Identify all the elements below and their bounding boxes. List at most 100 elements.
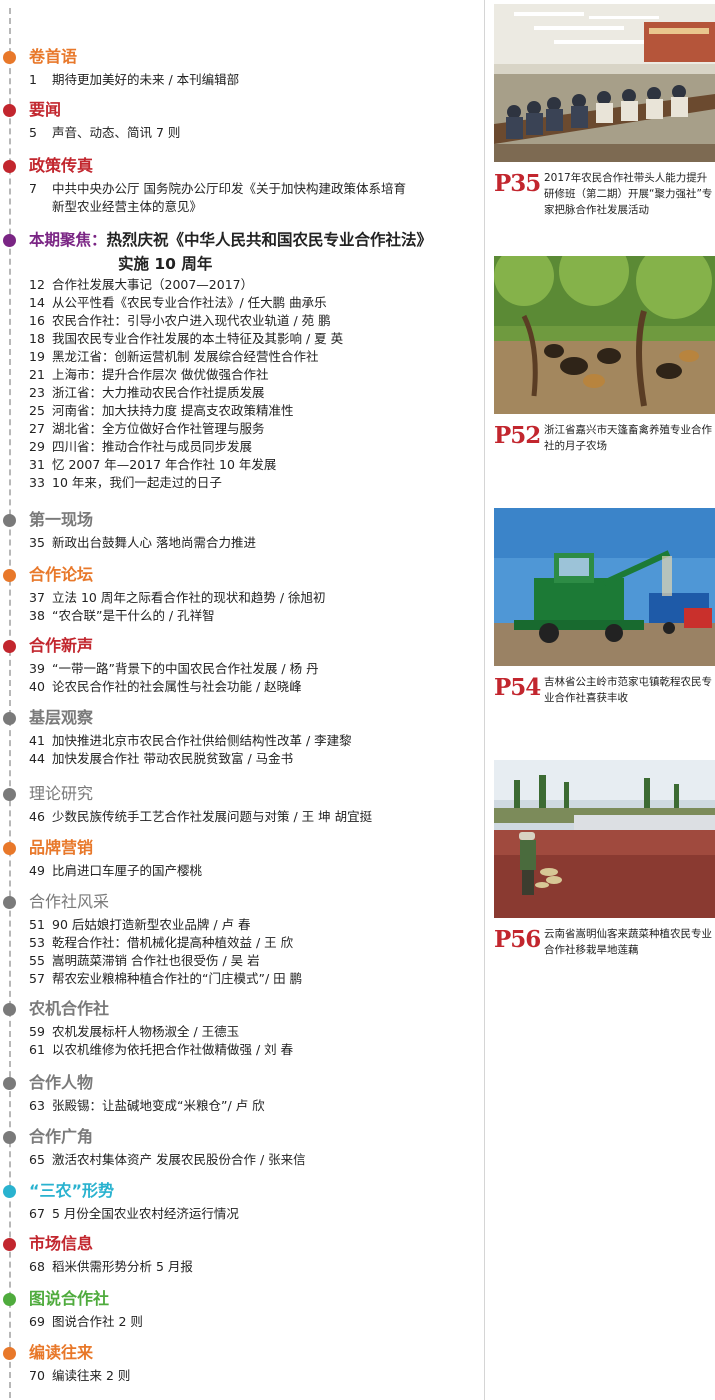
toc-entry[interactable]: 25 河南省：加大扶持力度 提高支农政策精准性 bbox=[29, 402, 485, 420]
article-title: 黑龙江省：创新运营机制 发展综合经营性合作社 bbox=[52, 349, 319, 364]
toc-entry[interactable]: 69 图说合作社 2 则 bbox=[29, 1313, 485, 1331]
page-number: 70 bbox=[29, 1368, 45, 1383]
section-dot-icon bbox=[3, 234, 16, 247]
toc-entry[interactable]: 49 比肩进口车厘子的国产樱桃 bbox=[29, 862, 485, 880]
table-of-contents: 卷首语 1 期待更加美好的未来 / 本刊编辑部 要闻 5 声音、动态、简讯 7 则政策传真… bbox=[0, 0, 485, 1400]
section-title: 合作广角 bbox=[29, 1127, 94, 1146]
toc-entry[interactable]: 1 期待更加美好的未来 / 本刊编辑部 bbox=[29, 71, 485, 89]
section-dot-icon bbox=[3, 788, 16, 801]
section-s3: 政策传真 7 中共中央办公厅 国务院办公厅印发《关于加快构建政策体系培育 新型农业经营… bbox=[0, 154, 485, 216]
section-title: 图说合作社 bbox=[29, 1289, 110, 1308]
section-header: 基层观察 bbox=[0, 706, 485, 732]
article-title: “农合联”是干什么的 / 孔祥智 bbox=[52, 608, 215, 623]
toc-entry[interactable]: 33 10 年来，我们一起走过的日子 bbox=[29, 474, 485, 492]
article-title: 四川省：推动合作社与成员同步发展 bbox=[52, 439, 253, 454]
column-divider bbox=[484, 0, 485, 1400]
chicken-orchard-photo bbox=[494, 256, 715, 414]
toc-entry[interactable]: 37 立法 10 周年之际看合作社的现状和趋势 / 徐旭初 bbox=[29, 589, 485, 607]
section-title: 编读往来 bbox=[29, 1343, 94, 1362]
toc-entry[interactable]: 18 我国农民专业合作社发展的本土特征及其影响 / 夏 英 bbox=[29, 330, 485, 348]
article-title: 农民合作社：引导小农户进入现代农业轨道 / 苑 鹏 bbox=[52, 313, 331, 328]
section-s13: 合作人物 63 张殿锡：让盐碱地变成“米粮仓”/ 卢 欣 bbox=[0, 1071, 485, 1115]
page-number: 14 bbox=[29, 295, 45, 310]
toc-entry[interactable]: 51 90 后姑娘打造新型农业品牌 / 卢 春 bbox=[29, 916, 485, 934]
section-dot-icon bbox=[3, 1077, 16, 1090]
article-title: 5 月份全国农业农村经济运行情况 bbox=[52, 1206, 239, 1221]
article-title: 加快推进北京市农民合作社供给侧结构性改革 / 李建黎 bbox=[52, 733, 352, 748]
section-dot-icon bbox=[3, 1293, 16, 1306]
toc-entry[interactable]: 5 声音、动态、简讯 7 则 bbox=[29, 124, 485, 142]
toc-entry[interactable]: 38 “农合联”是干什么的 / 孔祥智 bbox=[29, 607, 485, 625]
toc-entry[interactable]: 65 激活农村集体资产 发展农民股份合作 / 张来信 bbox=[29, 1151, 485, 1169]
page-number: 55 bbox=[29, 953, 45, 968]
toc-entry[interactable]: 55 嵩明蔬菜滞销 合作社也很受伤 / 吴 岩 bbox=[29, 952, 485, 970]
section-dot-icon bbox=[3, 712, 16, 725]
section-title: “三农”形势 bbox=[29, 1181, 115, 1200]
section-title: 基层观察 bbox=[29, 708, 94, 727]
section-title: 政策传真 bbox=[29, 156, 94, 175]
article-title: 忆 2007 年—2017 年合作社 10 年发展 bbox=[52, 457, 277, 472]
toc-entry[interactable]: 63 张殿锡：让盐碱地变成“米粮仓”/ 卢 欣 bbox=[29, 1097, 485, 1115]
section-dot-icon bbox=[3, 1347, 16, 1360]
toc-entry[interactable]: 40 论农民合作社的社会属性与社会功能 / 赵晓峰 bbox=[29, 678, 485, 696]
section-title: 理论研究 bbox=[29, 784, 94, 803]
section-s5: 第一现场 35 新政出台鼓舞人心 落地尚需合力推进 bbox=[0, 508, 485, 552]
toc-entry[interactable]: 46 少数民族传统手工艺合作社发展问题与对策 / 王 坤 胡宜挺 bbox=[29, 808, 485, 826]
section-s4: 本期聚焦：热烈庆祝《中华人民共和国农民专业合作社法》 实施 10 周年 12 合作社发… bbox=[0, 228, 485, 492]
toc-entry[interactable]: 39 “一带一路”背景下的中国农民合作社发展 / 杨 丹 bbox=[29, 660, 485, 678]
article-title: 图说合作社 2 则 bbox=[52, 1314, 143, 1329]
toc-entry[interactable]: 67 5 月份全国农业农村经济运行情况 bbox=[29, 1205, 485, 1223]
section-dot-icon bbox=[3, 51, 16, 64]
section-header: 合作广角 bbox=[0, 1125, 485, 1151]
section-header: 编读往来 bbox=[0, 1341, 485, 1367]
page-number: 59 bbox=[29, 1024, 45, 1039]
section-header: 合作论坛 bbox=[0, 563, 485, 589]
article-title: 10 年来，我们一起走过的日子 bbox=[52, 475, 222, 490]
section-header: 市场信息 bbox=[0, 1232, 485, 1258]
toc-entry[interactable]: 44 加快发展合作社 带动农民脱贫致富 / 马金书 bbox=[29, 750, 485, 768]
toc-entry[interactable]: 57 帮农宏业粮棉种植合作社的“门庄模式”/ 田 鹏 bbox=[29, 970, 485, 988]
toc-entry[interactable]: 14 从公平性看《农民专业合作社法》/ 任大鹏 曲承乐 bbox=[29, 294, 485, 312]
section-header: “三农”形势 bbox=[0, 1179, 485, 1205]
toc-entry[interactable]: 29 四川省：推动合作社与成员同步发展 bbox=[29, 438, 485, 456]
toc-entry[interactable]: 31 忆 2007 年—2017 年合作社 10 年发展 bbox=[29, 456, 485, 474]
article-title: 河南省：加大扶持力度 提高支农政策精准性 bbox=[52, 403, 294, 418]
toc-entry[interactable]: 16 农民合作社：引导小农户进入现代农业轨道 / 苑 鹏 bbox=[29, 312, 485, 330]
toc-entry[interactable]: 59 农机发展标杆人物杨淑全 / 王德玉 bbox=[29, 1023, 485, 1041]
article-title: 浙江省：大力推动农民合作社提质发展 bbox=[52, 385, 265, 400]
section-title: 合作新声 bbox=[29, 636, 94, 655]
page-number: 39 bbox=[29, 661, 45, 676]
article-title: 激活农村集体资产 发展农民股份合作 / 张来信 bbox=[52, 1152, 306, 1167]
toc-entry[interactable]: 41 加快推进北京市农民合作社供给侧结构性改革 / 李建黎 bbox=[29, 732, 485, 750]
section-header: 合作新声 bbox=[0, 634, 485, 660]
section-title: 品牌营销 bbox=[29, 838, 94, 857]
section-header: 图说合作社 bbox=[0, 1287, 485, 1313]
toc-entry[interactable]: 70 编读往来 2 则 bbox=[29, 1367, 485, 1385]
section-s18: 编读往来 70 编读往来 2 则 bbox=[0, 1341, 485, 1385]
toc-entry[interactable]: 7 中共中央办公厅 国务院办公厅印发《关于加快构建政策体系培育 新型农业经营主体的意… bbox=[29, 180, 485, 216]
toc-entry[interactable]: 23 浙江省：大力推动农民合作社提质发展 bbox=[29, 384, 485, 402]
section-dot-icon bbox=[3, 1131, 16, 1144]
section-title: 农机合作社 bbox=[29, 999, 110, 1018]
photo-caption-p52: 浙江省嘉兴市天篷畜禽养殖专业合作社的月子农场 bbox=[544, 424, 712, 452]
toc-entry[interactable]: 12 合作社发展大事记（2007—2017） bbox=[29, 276, 485, 294]
toc-entry[interactable]: 35 新政出台鼓舞人心 落地尚需合力推进 bbox=[29, 534, 485, 552]
toc-entry[interactable]: 53 乾程合作社：借机械化提高种植效益 / 王 欣 bbox=[29, 934, 485, 952]
article-title: 从公平性看《农民专业合作社法》/ 任大鹏 曲承乐 bbox=[52, 295, 327, 310]
toc-entry[interactable]: 68 稻米供需形势分析 5 月报 bbox=[29, 1258, 485, 1276]
page-number: 1 bbox=[29, 72, 37, 87]
page-number: 63 bbox=[29, 1098, 45, 1113]
toc-entry[interactable]: 27 湖北省：全方位做好合作社管理与服务 bbox=[29, 420, 485, 438]
toc-entry[interactable]: 21 上海市：提升合作层次 做优做强合作社 bbox=[29, 366, 485, 384]
page-number: 21 bbox=[29, 367, 45, 382]
page-number: 57 bbox=[29, 971, 45, 986]
section-dot-icon bbox=[3, 1003, 16, 1016]
page-number: 51 bbox=[29, 917, 45, 932]
section-dot-icon bbox=[3, 896, 16, 909]
section-header: 第一现场 bbox=[0, 508, 485, 534]
article-title: 湖北省：全方位做好合作社管理与服务 bbox=[52, 421, 265, 436]
toc-entry[interactable]: 61 以农机维修为依托把合作社做精做强 / 刘 春 bbox=[29, 1041, 485, 1059]
section-s9: 理论研究 46 少数民族传统手工艺合作社发展问题与对策 / 王 坤 胡宜挺 bbox=[0, 782, 485, 826]
toc-entry[interactable]: 19 黑龙江省：创新运营机制 发展综合经营性合作社 bbox=[29, 348, 485, 366]
section-dot-icon bbox=[3, 1238, 16, 1251]
